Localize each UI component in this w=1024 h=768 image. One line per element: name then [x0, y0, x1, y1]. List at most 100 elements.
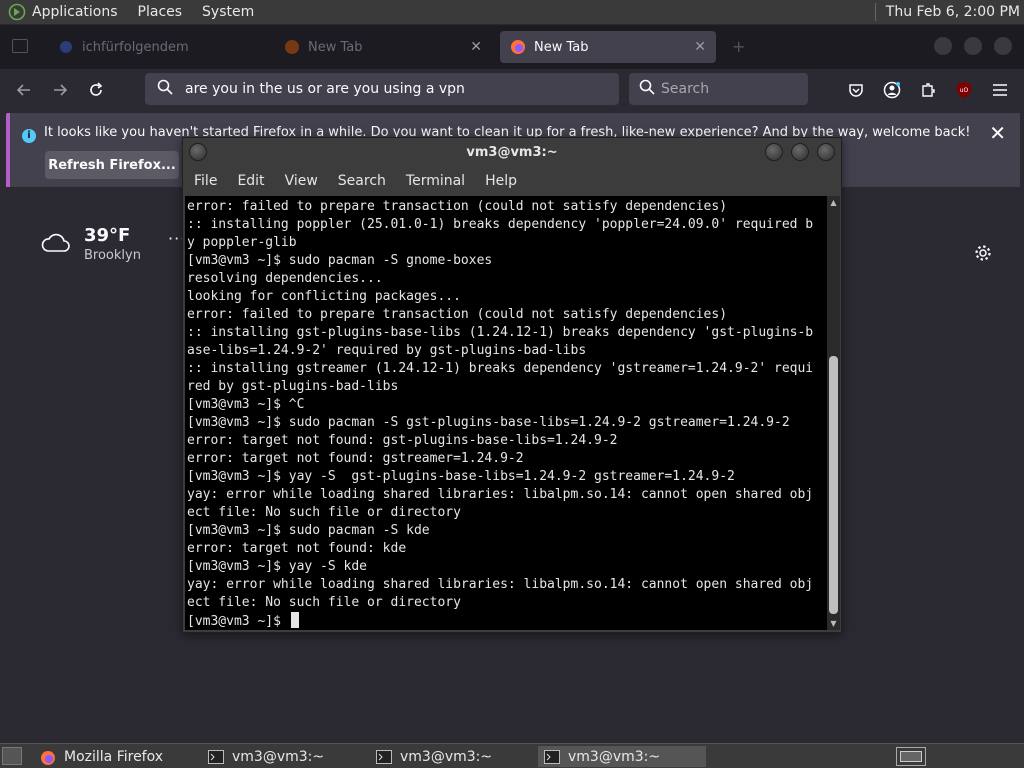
menu-file[interactable]: File	[194, 173, 217, 189]
new-tab-icon[interactable]: +	[732, 37, 745, 56]
taskbar-item-label: vm3@vm3:~	[568, 748, 661, 765]
search-input[interactable]: Search	[661, 81, 709, 97]
account-icon[interactable]	[882, 80, 902, 100]
svg-text:uO: uO	[960, 87, 969, 94]
terminal-line: error: failed to prepare transaction (co…	[187, 307, 728, 322]
scroll-up-icon[interactable]: ▲	[827, 196, 840, 209]
menu-terminal[interactable]: Terminal	[406, 173, 465, 189]
terminal-line: resolving dependencies...	[187, 271, 383, 286]
extensions-icon[interactable]	[918, 80, 938, 100]
ublock-origin-icon[interactable]: uO	[954, 80, 974, 100]
applications-menu[interactable]: Applications	[32, 4, 118, 20]
url-bar[interactable]: are you in the us or are you using a vpn	[145, 73, 619, 105]
terminal-line: [vm3@vm3 ~]$ yay -S gst-plugins-base-lib…	[187, 469, 735, 484]
tab-label: New Tab	[308, 39, 363, 55]
reload-icon	[90, 82, 103, 96]
terminal-line: y poppler-glib	[187, 235, 297, 250]
terminal-line: looking for conflicting packages...	[187, 289, 461, 304]
close-window-button[interactable]	[994, 37, 1012, 55]
menu-help[interactable]: Help	[485, 173, 517, 189]
terminal-menubar: File Edit View Search Terminal Help	[183, 166, 841, 196]
terminal-line: yay: error while loading shared librarie…	[187, 487, 814, 502]
system-menu[interactable]: System	[202, 4, 254, 20]
terminal-title: vm3@vm3:~	[466, 144, 558, 160]
bottom-panel: Mozilla Firefox vm3@vm3:~ vm3@vm3:~ vm3@…	[0, 743, 1024, 768]
weather-temperature: 39°F	[84, 225, 131, 246]
tab-label: New Tab	[534, 39, 589, 55]
menu-hamburger-icon[interactable]	[990, 80, 1010, 100]
firefox-icon	[40, 750, 56, 765]
distro-logo-icon[interactable]	[8, 3, 26, 21]
reload-button[interactable]	[84, 78, 108, 102]
tab-2[interactable]: New Tab ✕	[274, 31, 492, 63]
terminal-line: red by gst-plugins-bad-libs	[187, 379, 399, 394]
window-menu-button[interactable]	[189, 143, 207, 161]
taskbar-item-label: Mozilla Firefox	[64, 748, 164, 765]
refresh-firefox-button[interactable]: Refresh Firefox...	[45, 151, 179, 179]
taskbar-item-firefox[interactable]: Mozilla Firefox	[34, 746, 198, 767]
terminal-line: :: installing gst-plugins-base-libs (1.2…	[187, 325, 814, 340]
terminal-line: error: target not found: gst-plugins-bas…	[187, 433, 618, 448]
firefox-icon	[284, 39, 300, 55]
url-input[interactable]: are you in the us or are you using a vpn	[185, 81, 465, 97]
minimize-button[interactable]	[765, 143, 783, 161]
terminal-output[interactable]: error: failed to prepare transaction (co…	[185, 196, 827, 630]
window-controls	[934, 37, 1012, 55]
menu-view[interactable]: View	[285, 173, 318, 189]
terminal-prompt-line[interactable]: [vm3@vm3 ~]$	[187, 612, 827, 630]
clock[interactable]: Thu Feb 6, 2:00 PM	[886, 4, 1020, 20]
tab-bar: ichfürfolgendem New Tab ✕ New Tab ✕ +	[0, 25, 1024, 69]
show-desktop-button[interactable]	[2, 747, 22, 765]
workspace-switcher[interactable]	[896, 747, 926, 766]
terminal-cursor	[290, 612, 299, 628]
terminal-line: [vm3@vm3 ~]$ ^C	[187, 397, 305, 412]
terminal-icon	[208, 749, 224, 764]
menu-search[interactable]: Search	[338, 173, 386, 189]
terminal-line: [vm3@vm3 ~]$ sudo pacman -S gnome-boxes	[187, 253, 493, 268]
search-bar[interactable]: Search	[629, 73, 808, 105]
terminal-icon	[376, 749, 392, 764]
top-panel: Applications Places System Thu Feb 6, 2:…	[0, 0, 1024, 25]
tab-1[interactable]: ichfürfolgendem	[48, 31, 268, 63]
search-icon	[639, 79, 655, 99]
taskbar-item-terminal-2[interactable]: vm3@vm3:~	[370, 746, 534, 767]
close-window-button[interactable]	[817, 143, 835, 161]
weather-city: Brooklyn	[84, 248, 141, 263]
terminal-line: error: target not found: kde	[187, 541, 407, 556]
workspace-1[interactable]	[900, 751, 922, 762]
back-button[interactable]	[12, 78, 36, 102]
firefox-icon	[510, 39, 526, 55]
scrollbar-thumb[interactable]	[829, 356, 838, 614]
forward-button[interactable]	[48, 78, 72, 102]
arrow-right-icon	[54, 84, 68, 96]
weather-widget[interactable]: 39°F Brooklyn ···	[40, 225, 185, 263]
pocket-icon[interactable]	[846, 80, 866, 100]
terminal-titlebar[interactable]: vm3@vm3:~	[183, 138, 841, 166]
globe-icon	[58, 39, 74, 55]
places-menu[interactable]: Places	[138, 4, 183, 20]
menu-edit[interactable]: Edit	[237, 173, 264, 189]
gear-icon[interactable]	[974, 244, 992, 262]
terminal-scrollbar[interactable]: ▲ ▼	[827, 196, 840, 630]
maximize-button[interactable]	[791, 143, 809, 161]
close-icon[interactable]: ✕	[989, 121, 1006, 145]
terminal-line: [vm3@vm3 ~]$ yay -S kde	[187, 559, 368, 574]
firefox-view-icon[interactable]	[12, 39, 28, 53]
close-tab-icon[interactable]: ✕	[470, 39, 482, 55]
minimize-button[interactable]	[934, 37, 952, 55]
close-tab-icon[interactable]: ✕	[694, 39, 706, 55]
info-icon: i	[22, 129, 36, 143]
arrow-left-icon	[16, 84, 30, 96]
taskbar-item-terminal-3[interactable]: vm3@vm3:~	[538, 746, 706, 767]
panel-separator	[874, 3, 876, 21]
taskbar-item-terminal-1[interactable]: vm3@vm3:~	[202, 746, 366, 767]
scroll-down-icon[interactable]: ▼	[827, 617, 840, 630]
terminal-line: [vm3@vm3 ~]$ sudo pacman -S gst-plugins-…	[187, 415, 790, 430]
terminal-line: error: failed to prepare transaction (co…	[187, 199, 728, 214]
terminal-line: :: installing gstreamer (1.24.12-1) brea…	[187, 361, 814, 376]
terminal-line: ect file: No such file or directory	[187, 505, 461, 520]
terminal-line: ect file: No such file or directory	[187, 595, 461, 610]
tab-3[interactable]: New Tab ✕	[500, 31, 716, 63]
maximize-button[interactable]	[964, 37, 982, 55]
terminal-line: :: installing poppler (25.01.0-1) breaks…	[187, 217, 814, 232]
